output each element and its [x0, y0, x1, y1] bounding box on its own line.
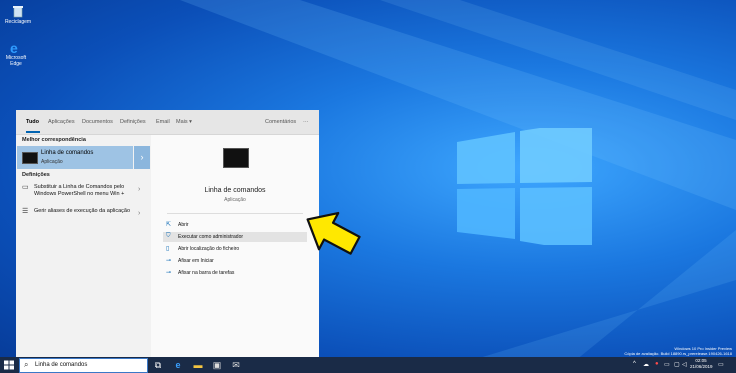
action-label: Abrir — [178, 222, 189, 228]
action-open[interactable]: ⇱ Abrir — [163, 220, 307, 230]
settings-item-text: Substituir a Linha de Comandos pelo Wind… — [34, 184, 125, 197]
best-match-header: Melhor correspondência — [22, 137, 86, 143]
settings-item-aliases[interactable]: ☰ Gerir aliases de execução da aplicação… — [16, 207, 151, 225]
command-prompt-large-icon — [223, 148, 249, 168]
clock-date: 21/06/2019 — [690, 364, 713, 369]
taskbar: ⌕ Linha de comandos ⧉ e ▬ ▣ ✉ ^ ☁ ● ▭ ▢ … — [0, 357, 736, 373]
watermark-line2: Cópia de avaliação. Build 18890.rs_prere… — [624, 351, 732, 356]
action-run-as-admin[interactable]: ⛉ Executar como administrador — [163, 232, 307, 242]
taskbar-search-box[interactable]: ⌕ Linha de comandos — [19, 358, 148, 373]
cloud-icon[interactable]: ☁ — [643, 361, 649, 368]
results-list: Melhor correspondência Linha de comandos… — [16, 135, 151, 357]
best-match-item[interactable]: Linha de comandos Aplicação — [17, 146, 133, 169]
tab-settings[interactable]: Definições — [120, 119, 146, 125]
store-icon[interactable]: ▣ — [211, 359, 223, 371]
task-view-icon[interactable]: ⧉ — [152, 359, 164, 371]
action-label: Afixar na barra de tarefas — [178, 270, 235, 276]
command-prompt-icon — [22, 152, 38, 164]
mail-icon[interactable]: ✉ — [230, 359, 242, 371]
pin-taskbar-icon: ⊸ — [166, 270, 172, 276]
windows-logo — [457, 128, 592, 245]
windows-start-icon[interactable] — [2, 360, 16, 370]
search-tabs: Tudo Aplicações Documentos Definições Em… — [16, 110, 319, 135]
tray-chevron-icon[interactable]: ^ — [633, 361, 636, 367]
desktop-icon-label: Reciclagem — [4, 19, 32, 25]
tab-email[interactable]: Email — [156, 119, 170, 125]
feedback-link[interactable]: Comentários — [265, 119, 296, 125]
yellow-arrow-icon — [306, 211, 361, 255]
edge-icon: e — [9, 40, 23, 56]
preview-subtitle: Aplicação — [224, 197, 246, 203]
edge-taskbar-icon[interactable]: e — [172, 359, 184, 371]
file-explorer-icon[interactable]: ▬ — [192, 359, 204, 371]
desktop-icon-label: Microsoft Edge — [5, 55, 27, 67]
best-match-subtitle: Aplicação — [41, 159, 63, 165]
action-label: Afixar em Iniciar — [178, 258, 214, 264]
open-icon: ⇱ — [166, 222, 172, 228]
chevron-right-icon: › — [138, 186, 141, 193]
volume-icon[interactable]: ◁ — [682, 361, 687, 368]
pin-icon: ⊸ — [166, 258, 172, 264]
best-match-title: Linha de comandos — [41, 150, 94, 156]
divider — [167, 213, 303, 214]
file-location-icon: ▯ — [166, 246, 170, 252]
tab-apps[interactable]: Aplicações — [48, 119, 75, 125]
list-icon: ☰ — [22, 208, 29, 215]
action-label: Executar como administrador — [178, 234, 244, 240]
search-icon: ⌕ — [24, 360, 29, 369]
security-icon[interactable]: ● — [655, 361, 659, 367]
build-watermark: Windows 10 Pro Insider Preview Cópia de … — [624, 346, 732, 356]
active-tab-indicator — [26, 131, 40, 133]
recycle-bin-icon — [11, 4, 25, 18]
desktop-icon-edge[interactable]: e Microsoft Edge — [2, 40, 30, 67]
preview-pane: Linha de comandos Aplicação ⇱ Abrir ⛉ Ex… — [151, 135, 319, 357]
settings-item-replace-cmd[interactable]: ▭ Substituir a Linha de Comandos pelo Wi… — [16, 183, 151, 201]
settings-header: Definições — [22, 172, 50, 178]
desktop-icon-recycle-bin[interactable]: Reciclagem — [4, 4, 32, 25]
clock[interactable]: 02:05 21/06/2019 — [690, 358, 713, 370]
preview-title: Linha de comandos — [204, 187, 266, 194]
tab-more[interactable]: Mais ▾ — [176, 119, 192, 125]
settings-item-text: Gerir aliases de execução da aplicação — [34, 208, 131, 214]
notifications-icon[interactable]: ▭ — [718, 361, 724, 368]
tab-all[interactable]: Tudo — [26, 119, 39, 125]
svg-text:e: e — [10, 40, 18, 54]
shield-run-icon: ⛉ — [166, 233, 171, 239]
tab-documents[interactable]: Documentos — [82, 119, 113, 125]
action-pin-start[interactable]: ⊸ Afixar em Iniciar — [163, 256, 307, 266]
taskbar-search-input[interactable]: Linha de comandos — [35, 362, 87, 368]
monitor-icon: ▭ — [22, 184, 29, 191]
battery-icon[interactable]: ▭ — [664, 361, 670, 368]
search-panel: Tudo Aplicações Documentos Definições Em… — [16, 110, 319, 357]
expand-arrow-button[interactable]: › — [134, 146, 150, 169]
network-icon[interactable]: ▢ — [674, 361, 680, 368]
action-open-file-location[interactable]: ▯ Abrir localização do ficheiro — [163, 244, 307, 254]
more-options-button[interactable]: ··· — [303, 119, 309, 125]
action-pin-taskbar[interactable]: ⊸ Afixar na barra de tarefas — [163, 268, 307, 278]
chevron-right-icon: › — [138, 210, 141, 217]
action-label: Abrir localização do ficheiro — [178, 246, 240, 252]
